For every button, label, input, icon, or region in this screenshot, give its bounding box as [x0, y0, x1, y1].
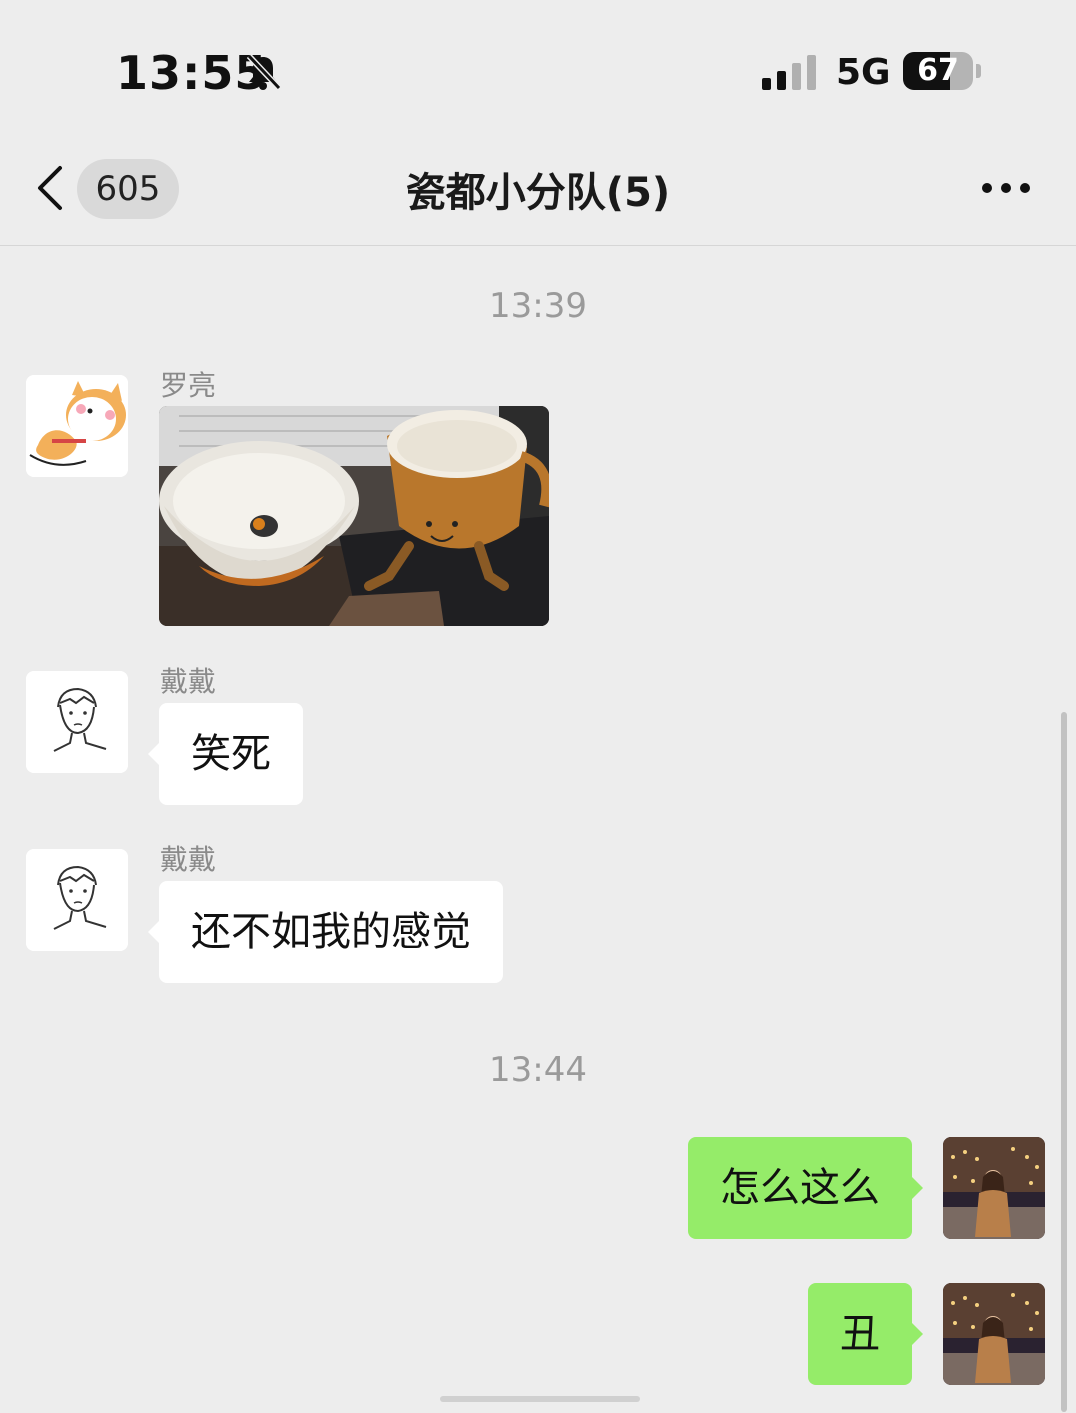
home-indicator[interactable] — [440, 1396, 640, 1402]
sender-name: 罗亮 — [160, 369, 217, 402]
avatar-self-photo[interactable] — [943, 1137, 1045, 1239]
bell-slash-icon — [246, 53, 282, 91]
sender-name: 戴戴 — [160, 665, 217, 698]
more-dots-icon[interactable] — [980, 178, 1032, 198]
chat-title: 瓷都小分队(5) — [405, 170, 671, 216]
message-bubble-outgoing[interactable]: 丑 — [808, 1283, 923, 1385]
message-bubble-outgoing[interactable]: 怎么这么 — [688, 1137, 923, 1239]
avatar-shiba[interactable] — [26, 375, 128, 477]
chat-header: 605 瓷都小分队(5) — [0, 130, 1076, 246]
message-bubble-incoming[interactable]: 笑死 — [148, 703, 303, 805]
status-bar: 13:55 5G 67 — [0, 0, 1076, 130]
scrollbar[interactable] — [1061, 712, 1067, 1412]
avatar-self-photo[interactable] — [943, 1283, 1045, 1385]
network-type: 5G — [836, 52, 891, 93]
avatar-sketch-boy[interactable] — [26, 671, 128, 773]
signal-bars-icon — [762, 55, 816, 90]
battery-level: 67 — [917, 53, 959, 88]
battery-icon: 67 — [903, 52, 973, 90]
battery-tip — [976, 64, 981, 78]
avatar-sketch-boy[interactable] — [26, 849, 128, 951]
sender-name: 戴戴 — [160, 843, 217, 876]
timestamp: 13:44 — [489, 1050, 587, 1090]
message-bubble-incoming[interactable]: 还不如我的感觉 — [148, 881, 503, 983]
timestamp: 13:39 — [489, 286, 587, 326]
chat-image-ceramics[interactable] — [159, 406, 549, 626]
